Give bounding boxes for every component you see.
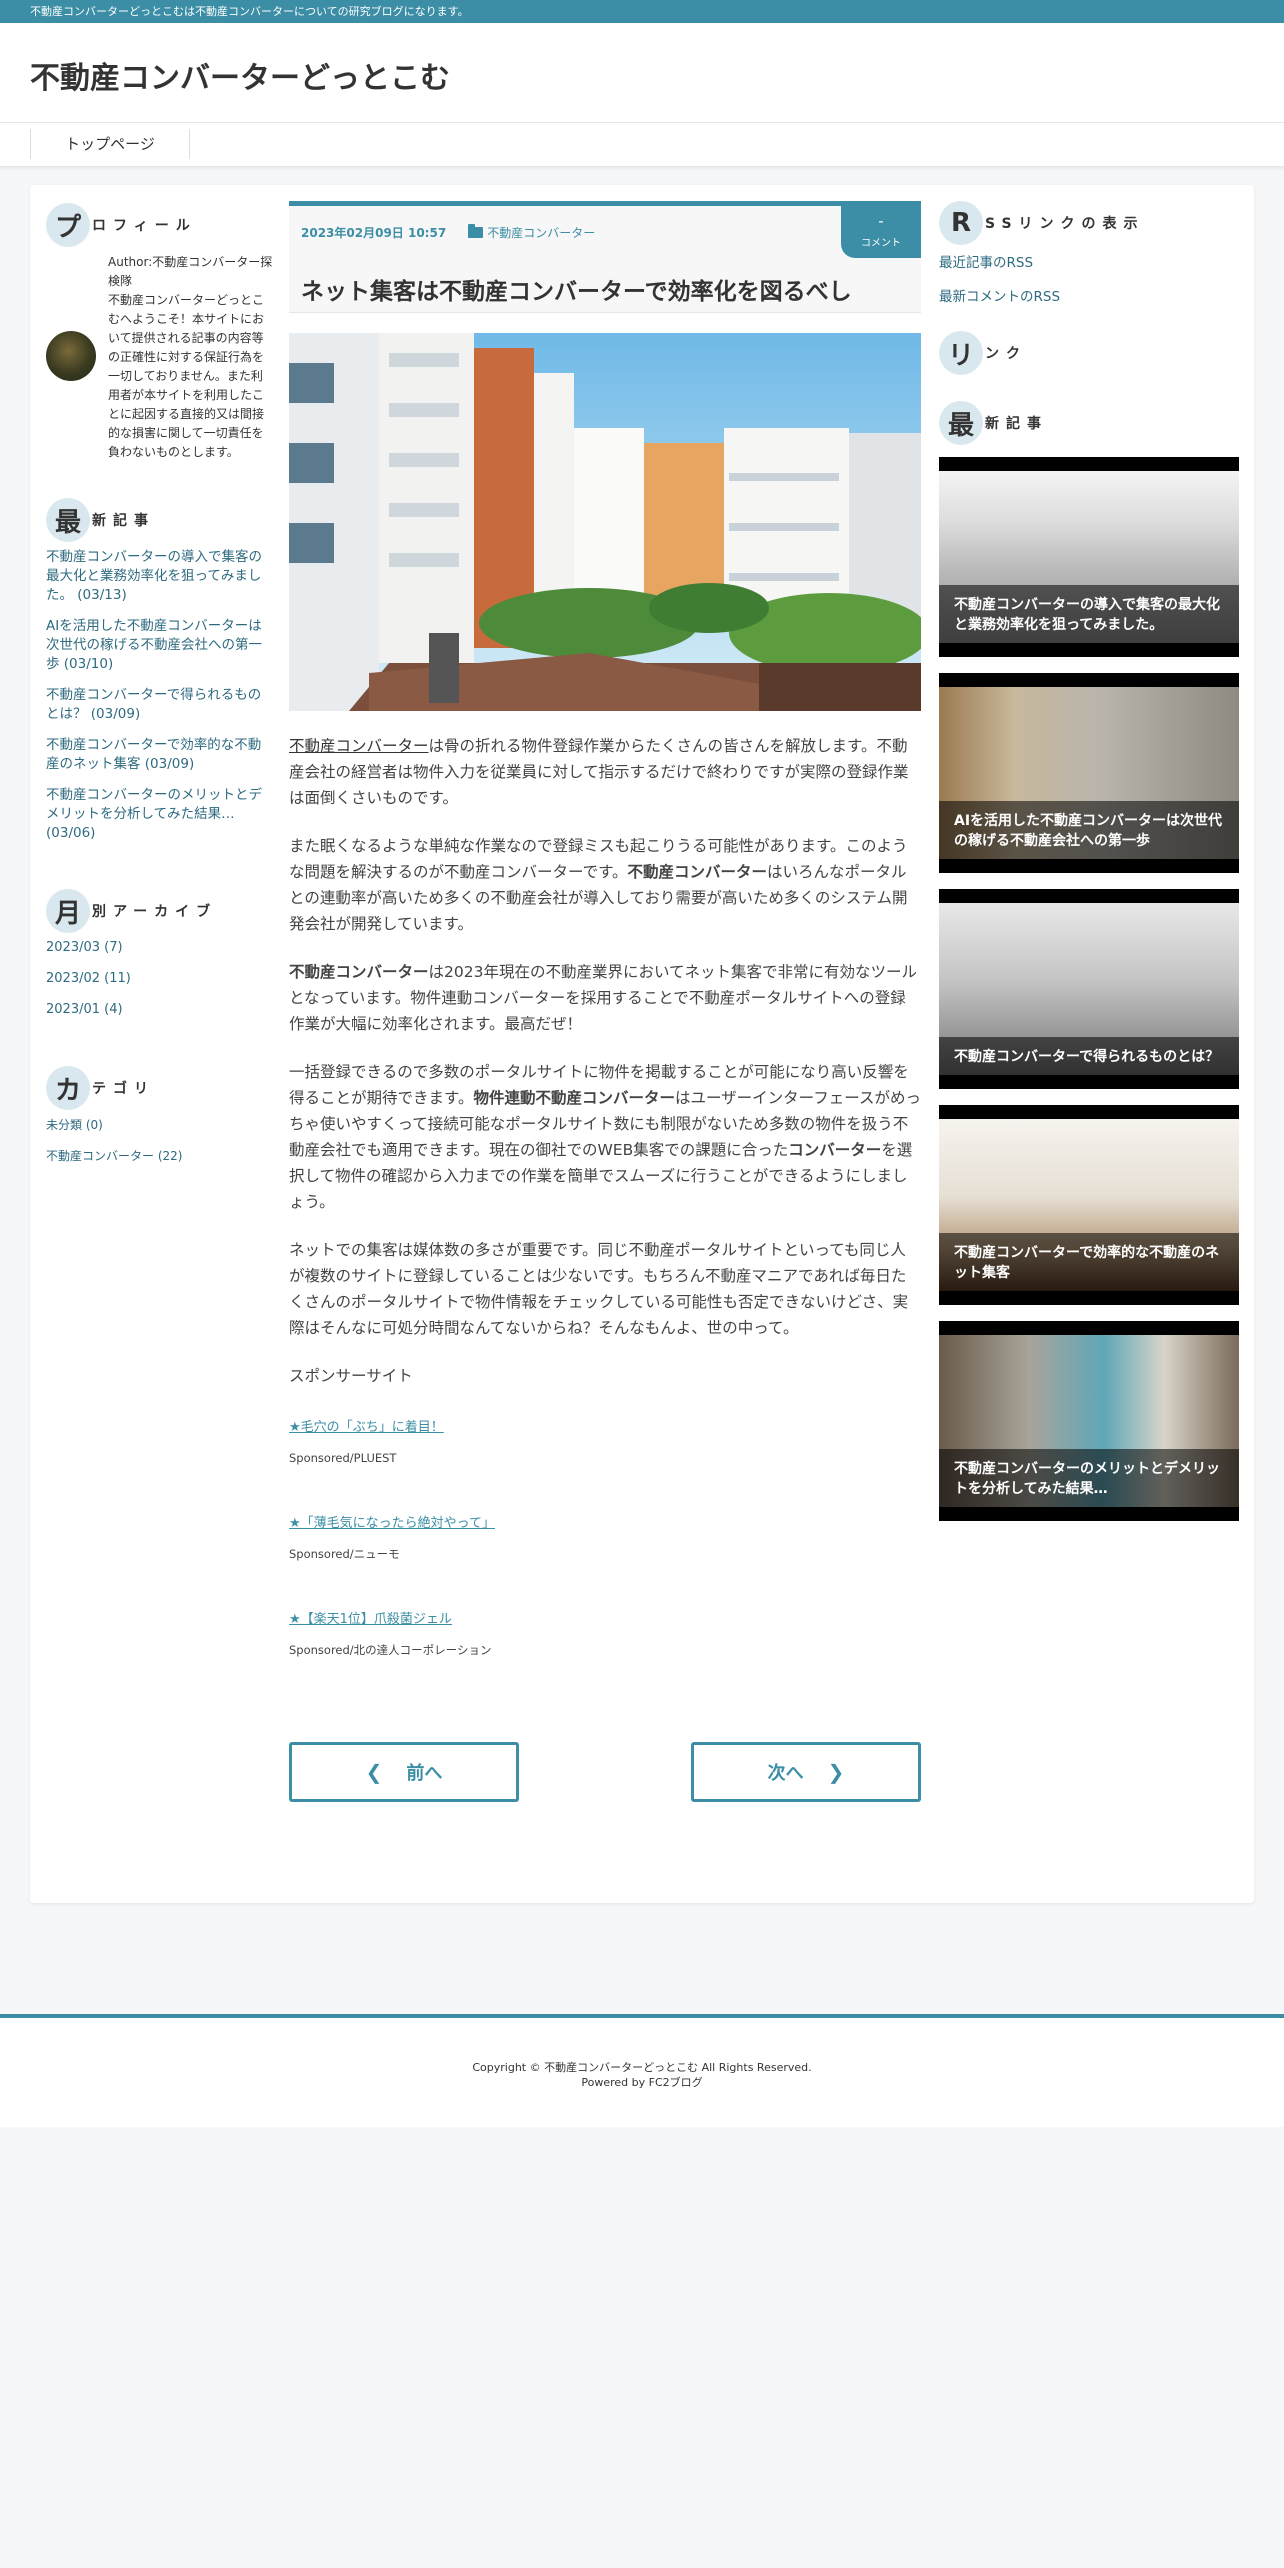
- article-date: 2023年02月09日 10:57: [301, 226, 447, 240]
- paragraph: 不動産コンバーターは骨の折れる物件登録作業からたくさんの皆さんを解放します。不動…: [289, 737, 909, 807]
- card-title: 不動産コンバーターの導入で集客の最大化と業務効率化を狙ってみました。: [939, 585, 1239, 643]
- recent-card[interactable]: AIを活用した不動産コンバーターは次世代の稼げる不動産会社への第一歩: [939, 673, 1239, 873]
- comment-label: コメント: [861, 238, 901, 249]
- sponsor-link[interactable]: ★毛穴の「ぶち」に着目！: [289, 1415, 921, 1441]
- card-title: 不動産コンバーターのメリットとデメリットを分析してみた結果…: [939, 1449, 1239, 1507]
- article-body: 不動産コンバーターは骨の折れる物件登録作業からたくさんの皆さんを解放します。不動…: [289, 733, 921, 1663]
- widget-title-recent: 最新記事: [46, 498, 274, 542]
- paragraph: また眠くなるような単純な作業なので登録ミスも起こりうる可能性があります。このよう…: [289, 837, 908, 933]
- category-link[interactable]: 未分類 (0): [46, 1116, 274, 1134]
- title-rest: 新記事: [985, 416, 1048, 432]
- global-nav: トップページ: [0, 123, 1284, 167]
- article-image: [289, 333, 921, 711]
- widget-title-archive: 月別アーカイブ: [46, 889, 274, 933]
- archive-link[interactable]: 2023/01 (4): [46, 1001, 274, 1019]
- article-header: 2023年02月09日 10:57 不動産コンバーター - コメント ネット集客…: [289, 201, 921, 313]
- widget-title-profile: プロフィール: [46, 203, 274, 247]
- recent-entry-link[interactable]: 不動産コンバーターの導入で集客の最大化と業務効率化を狙ってみました。 (03/1…: [46, 548, 274, 605]
- card-title: 不動産コンバーターで効率的な不動産のネット集客: [939, 1233, 1239, 1291]
- avatar: [46, 331, 96, 381]
- article-category-link[interactable]: 不動産コンバーター: [487, 224, 595, 241]
- sponsor-source: Sponsored/北の達人コーポレーション: [289, 1643, 492, 1657]
- card-title: AIを活用した不動産コンバーターは次世代の稼げる不動産会社への第一歩: [939, 801, 1239, 859]
- folder-icon: [468, 224, 484, 238]
- title-initial: 月: [46, 889, 90, 933]
- paragraph: ネットでの集客は媒体数の多さが重要です。同じ不動産ポータルサイトといっても同じ人…: [289, 1241, 909, 1337]
- recent-card[interactable]: 不動産コンバーターで得られるものとは？: [939, 889, 1239, 1089]
- apartment-illustration: [289, 333, 921, 711]
- comment-count: -: [878, 212, 884, 230]
- widget-title-rss: R SSリンクの表示: [939, 201, 1239, 245]
- site-footer: Copyright © 不動産コンバーターどっとこむ All Rights Re…: [0, 2014, 1284, 2127]
- sponsor-heading: スポンサーサイト: [289, 1367, 413, 1385]
- title-rest: テゴリ: [92, 1081, 155, 1097]
- rss-link-entries[interactable]: 最近記事のRSS: [939, 251, 1239, 271]
- rss-link-comments[interactable]: 最新コメントのRSS: [939, 285, 1239, 305]
- content-wrapper: プロフィール Author:不動産コンバーター探検隊 不動産コンバーターどっとこ…: [30, 185, 1254, 1903]
- nav-item-top[interactable]: トップページ: [30, 129, 190, 159]
- recent-card[interactable]: 不動産コンバーターで効率的な不動産のネット集客: [939, 1105, 1239, 1305]
- recent-entry-link[interactable]: 不動産コンバーターで効率的な不動産のネット集客 (03/09): [46, 736, 274, 774]
- powered-by-link[interactable]: Powered by FC2ブログ: [581, 2076, 702, 2089]
- title-initial: 最: [46, 498, 90, 542]
- recent-entry-link[interactable]: AIを活用した不動産コンバーターは次世代の稼げる不動産会社への第一歩 (03/1…: [46, 617, 274, 674]
- widget-title-links: リンク: [939, 331, 1239, 375]
- title-initial: カ: [46, 1066, 90, 1110]
- main-column: 2023年02月09日 10:57 不動産コンバーター - コメント ネット集客…: [289, 201, 921, 1802]
- title-rest: 新記事: [92, 513, 155, 529]
- right-sidebar: R SSリンクの表示 最近記事のRSS 最新コメントのRSS リンク 最新記事 不…: [939, 201, 1239, 1537]
- site-header: 不動産コンバーターどっとこむ: [0, 23, 1284, 123]
- copyright: Copyright © 不動産コンバーターどっとこむ All Rights Re…: [472, 2061, 812, 2074]
- archive-link[interactable]: 2023/02 (11): [46, 970, 274, 988]
- title-rest: ロフィール: [92, 218, 197, 234]
- title-rest: SSリンクの表示: [985, 216, 1145, 232]
- title-initial: R: [939, 201, 983, 245]
- card-title: 不動産コンバーターで得られるものとは？: [939, 1037, 1239, 1075]
- recent-card[interactable]: 不動産コンバーターの導入で集客の最大化と業務効率化を狙ってみました。: [939, 457, 1239, 657]
- sponsor-list: ★毛穴の「ぶち」に着目！ Sponsored/PLUEST ★「薄毛気になったら…: [289, 1415, 921, 1663]
- archive-link[interactable]: 2023/03 (7): [46, 939, 274, 957]
- site-title[interactable]: 不動産コンバーターどっとこむ: [30, 61, 450, 96]
- profile-text: Author:不動産コンバーター探検隊 不動産コンバーターどっとこむへようこそ！…: [108, 253, 274, 462]
- recent-card[interactable]: 不動産コンバーターのメリットとデメリットを分析してみた結果…: [939, 1321, 1239, 1521]
- widget-title-recent-cards: 最新記事: [939, 401, 1239, 445]
- profile-description: 不動産コンバーターどっとこむへようこそ！本サイトにおいて提供される記事の内容等の…: [108, 293, 265, 459]
- title-rest: 別アーカイブ: [92, 904, 218, 920]
- recent-entry-link[interactable]: 不動産コンバーターで得られるものとは？ (03/09): [46, 686, 274, 724]
- widget-title-category: カテゴリ: [46, 1066, 274, 1110]
- paragraph: 不動産コンバーターは2023年現在の不動産業界においてネット集客で非常に有効なツ…: [289, 963, 917, 1033]
- title-initial: 最: [939, 401, 983, 445]
- sponsor-source: Sponsored/PLUEST: [289, 1451, 397, 1465]
- article-meta: 2023年02月09日 10:57 不動産コンバーター: [301, 224, 595, 241]
- category-link[interactable]: 不動産コンバーター (22): [46, 1147, 274, 1165]
- profile: Author:不動産コンバーター探検隊 不動産コンバーターどっとこむへようこそ！…: [46, 253, 274, 462]
- paragraph: 一括登録できるので多数のポータルサイトに物件を掲載することが可能になり高い反響を…: [289, 1063, 921, 1211]
- recent-entry-link[interactable]: 不動産コンバーターのメリットとデメリットを分析してみた結果… (03/06): [46, 786, 274, 843]
- article-title: ネット集客は不動産コンバーターで効率化を図るべし: [301, 279, 852, 305]
- title-initial: プ: [46, 203, 90, 247]
- next-label: 次へ: [767, 1763, 804, 1784]
- prev-label: 前へ: [406, 1763, 443, 1784]
- top-tagline: 不動産コンバーターどっとこむは不動産コンバーターについての研究ブログになります。: [0, 0, 1284, 23]
- sponsor-link[interactable]: ★【楽天1位】爪殺菌ジェル: [289, 1607, 921, 1633]
- chevron-left-icon: ❮: [365, 1760, 383, 1784]
- profile-author: Author:不動産コンバーター探検隊: [108, 255, 273, 288]
- title-rest: ンク: [985, 346, 1027, 362]
- chevron-right-icon: ❯: [827, 1760, 845, 1784]
- comment-button[interactable]: - コメント: [841, 206, 921, 258]
- sponsor-source: Sponsored/ニューモ: [289, 1547, 400, 1561]
- sponsor-link[interactable]: ★「薄毛気になったら絶対やって」: [289, 1511, 921, 1537]
- next-button[interactable]: 次へ ❯: [691, 1742, 921, 1802]
- inline-link[interactable]: 不動産コンバーター: [289, 737, 429, 755]
- prev-button[interactable]: ❮ 前へ: [289, 1742, 519, 1802]
- left-sidebar: プロフィール Author:不動産コンバーター探検隊 不動産コンバーターどっとこ…: [46, 203, 274, 1178]
- title-initial: リ: [939, 331, 983, 375]
